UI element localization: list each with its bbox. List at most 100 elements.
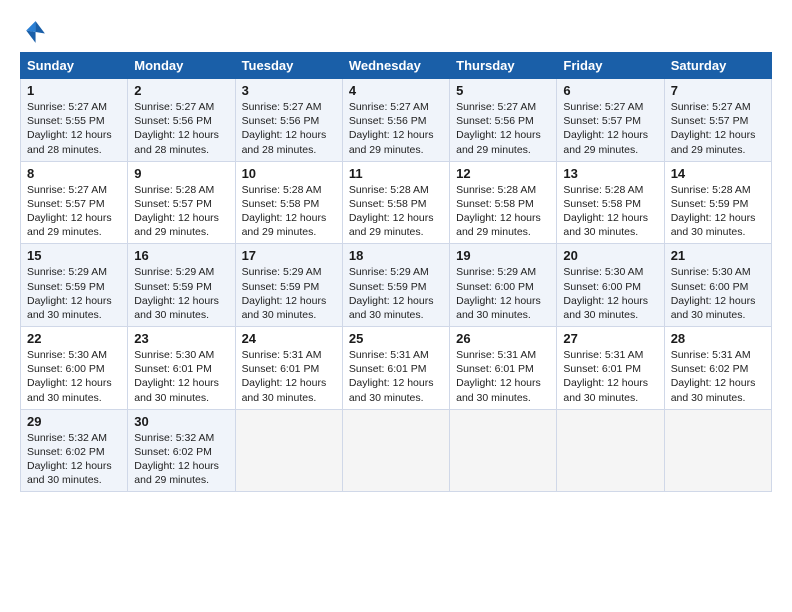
- day-info: Sunrise: 5:27 AMSunset: 5:56 PMDaylight:…: [349, 101, 434, 156]
- day-number: 11: [349, 166, 443, 181]
- day-number: 16: [134, 248, 228, 263]
- day-info: Sunrise: 5:30 AMSunset: 6:00 PMDaylight:…: [27, 349, 112, 404]
- calendar-cell: 30 Sunrise: 5:32 AMSunset: 6:02 PMDaylig…: [128, 409, 235, 492]
- day-info: Sunrise: 5:30 AMSunset: 6:00 PMDaylight:…: [563, 266, 648, 321]
- day-info: Sunrise: 5:29 AMSunset: 5:59 PMDaylight:…: [349, 266, 434, 321]
- day-info: Sunrise: 5:31 AMSunset: 6:02 PMDaylight:…: [671, 349, 756, 404]
- calendar-cell: 17 Sunrise: 5:29 AMSunset: 5:59 PMDaylig…: [235, 244, 342, 327]
- week-row-1: 1 Sunrise: 5:27 AMSunset: 5:55 PMDayligh…: [21, 79, 772, 162]
- calendar-cell: 5 Sunrise: 5:27 AMSunset: 5:56 PMDayligh…: [450, 79, 557, 162]
- day-info: Sunrise: 5:28 AMSunset: 5:58 PMDaylight:…: [563, 184, 648, 239]
- day-info: Sunrise: 5:27 AMSunset: 5:56 PMDaylight:…: [456, 101, 541, 156]
- day-number: 1: [27, 83, 121, 98]
- day-number: 24: [242, 331, 336, 346]
- day-number: 10: [242, 166, 336, 181]
- calendar-cell: [235, 409, 342, 492]
- day-number: 9: [134, 166, 228, 181]
- calendar-cell: 14 Sunrise: 5:28 AMSunset: 5:59 PMDaylig…: [664, 161, 771, 244]
- calendar-cell: [342, 409, 449, 492]
- day-number: 17: [242, 248, 336, 263]
- calendar-cell: 3 Sunrise: 5:27 AMSunset: 5:56 PMDayligh…: [235, 79, 342, 162]
- col-header-saturday: Saturday: [664, 53, 771, 79]
- calendar-cell: 28 Sunrise: 5:31 AMSunset: 6:02 PMDaylig…: [664, 327, 771, 410]
- day-info: Sunrise: 5:27 AMSunset: 5:57 PMDaylight:…: [563, 101, 648, 156]
- week-row-3: 15 Sunrise: 5:29 AMSunset: 5:59 PMDaylig…: [21, 244, 772, 327]
- day-number: 22: [27, 331, 121, 346]
- day-info: Sunrise: 5:31 AMSunset: 6:01 PMDaylight:…: [349, 349, 434, 404]
- day-number: 2: [134, 83, 228, 98]
- day-number: 26: [456, 331, 550, 346]
- day-info: Sunrise: 5:27 AMSunset: 5:55 PMDaylight:…: [27, 101, 112, 156]
- day-number: 14: [671, 166, 765, 181]
- col-header-sunday: Sunday: [21, 53, 128, 79]
- calendar-cell: 6 Sunrise: 5:27 AMSunset: 5:57 PMDayligh…: [557, 79, 664, 162]
- day-info: Sunrise: 5:29 AMSunset: 5:59 PMDaylight:…: [27, 266, 112, 321]
- day-info: Sunrise: 5:27 AMSunset: 5:57 PMDaylight:…: [27, 184, 112, 239]
- calendar-cell: 27 Sunrise: 5:31 AMSunset: 6:01 PMDaylig…: [557, 327, 664, 410]
- day-info: Sunrise: 5:30 AMSunset: 6:01 PMDaylight:…: [134, 349, 219, 404]
- calendar-cell: 25 Sunrise: 5:31 AMSunset: 6:01 PMDaylig…: [342, 327, 449, 410]
- day-number: 18: [349, 248, 443, 263]
- calendar-cell: 21 Sunrise: 5:30 AMSunset: 6:00 PMDaylig…: [664, 244, 771, 327]
- calendar-cell: 29 Sunrise: 5:32 AMSunset: 6:02 PMDaylig…: [21, 409, 128, 492]
- col-header-friday: Friday: [557, 53, 664, 79]
- calendar-cell: 2 Sunrise: 5:27 AMSunset: 5:56 PMDayligh…: [128, 79, 235, 162]
- calendar-cell: 12 Sunrise: 5:28 AMSunset: 5:58 PMDaylig…: [450, 161, 557, 244]
- calendar-cell: 13 Sunrise: 5:28 AMSunset: 5:58 PMDaylig…: [557, 161, 664, 244]
- calendar-cell: 15 Sunrise: 5:29 AMSunset: 5:59 PMDaylig…: [21, 244, 128, 327]
- logo: [20, 18, 52, 46]
- calendar-cell: [557, 409, 664, 492]
- day-number: 23: [134, 331, 228, 346]
- day-number: 13: [563, 166, 657, 181]
- week-row-2: 8 Sunrise: 5:27 AMSunset: 5:57 PMDayligh…: [21, 161, 772, 244]
- day-info: Sunrise: 5:28 AMSunset: 5:58 PMDaylight:…: [242, 184, 327, 239]
- day-number: 19: [456, 248, 550, 263]
- day-info: Sunrise: 5:31 AMSunset: 6:01 PMDaylight:…: [563, 349, 648, 404]
- week-row-4: 22 Sunrise: 5:30 AMSunset: 6:00 PMDaylig…: [21, 327, 772, 410]
- calendar-cell: 7 Sunrise: 5:27 AMSunset: 5:57 PMDayligh…: [664, 79, 771, 162]
- day-info: Sunrise: 5:30 AMSunset: 6:00 PMDaylight:…: [671, 266, 756, 321]
- day-number: 4: [349, 83, 443, 98]
- logo-icon: [20, 18, 48, 46]
- day-number: 12: [456, 166, 550, 181]
- page-header: [20, 18, 772, 46]
- day-info: Sunrise: 5:32 AMSunset: 6:02 PMDaylight:…: [27, 432, 112, 487]
- calendar-cell: 19 Sunrise: 5:29 AMSunset: 6:00 PMDaylig…: [450, 244, 557, 327]
- day-number: 5: [456, 83, 550, 98]
- calendar-cell: [664, 409, 771, 492]
- calendar-cell: 16 Sunrise: 5:29 AMSunset: 5:59 PMDaylig…: [128, 244, 235, 327]
- calendar-cell: 23 Sunrise: 5:30 AMSunset: 6:01 PMDaylig…: [128, 327, 235, 410]
- calendar-cell: 11 Sunrise: 5:28 AMSunset: 5:58 PMDaylig…: [342, 161, 449, 244]
- day-info: Sunrise: 5:31 AMSunset: 6:01 PMDaylight:…: [242, 349, 327, 404]
- day-info: Sunrise: 5:29 AMSunset: 5:59 PMDaylight:…: [134, 266, 219, 321]
- week-row-5: 29 Sunrise: 5:32 AMSunset: 6:02 PMDaylig…: [21, 409, 772, 492]
- col-header-thursday: Thursday: [450, 53, 557, 79]
- day-number: 7: [671, 83, 765, 98]
- col-header-monday: Monday: [128, 53, 235, 79]
- day-info: Sunrise: 5:32 AMSunset: 6:02 PMDaylight:…: [134, 432, 219, 487]
- calendar-cell: 1 Sunrise: 5:27 AMSunset: 5:55 PMDayligh…: [21, 79, 128, 162]
- col-header-wednesday: Wednesday: [342, 53, 449, 79]
- day-info: Sunrise: 5:28 AMSunset: 5:58 PMDaylight:…: [456, 184, 541, 239]
- calendar-cell: 10 Sunrise: 5:28 AMSunset: 5:58 PMDaylig…: [235, 161, 342, 244]
- day-number: 8: [27, 166, 121, 181]
- day-number: 27: [563, 331, 657, 346]
- calendar-cell: 20 Sunrise: 5:30 AMSunset: 6:00 PMDaylig…: [557, 244, 664, 327]
- day-info: Sunrise: 5:27 AMSunset: 5:56 PMDaylight:…: [242, 101, 327, 156]
- day-number: 20: [563, 248, 657, 263]
- calendar-cell: 26 Sunrise: 5:31 AMSunset: 6:01 PMDaylig…: [450, 327, 557, 410]
- day-number: 15: [27, 248, 121, 263]
- calendar-cell: 22 Sunrise: 5:30 AMSunset: 6:00 PMDaylig…: [21, 327, 128, 410]
- calendar-cell: [450, 409, 557, 492]
- day-number: 21: [671, 248, 765, 263]
- page-container: SundayMondayTuesdayWednesdayThursdayFrid…: [0, 0, 792, 502]
- day-info: Sunrise: 5:27 AMSunset: 5:56 PMDaylight:…: [134, 101, 219, 156]
- day-number: 25: [349, 331, 443, 346]
- calendar-header-row: SundayMondayTuesdayWednesdayThursdayFrid…: [21, 53, 772, 79]
- day-info: Sunrise: 5:27 AMSunset: 5:57 PMDaylight:…: [671, 101, 756, 156]
- day-info: Sunrise: 5:28 AMSunset: 5:58 PMDaylight:…: [349, 184, 434, 239]
- calendar-cell: 18 Sunrise: 5:29 AMSunset: 5:59 PMDaylig…: [342, 244, 449, 327]
- day-info: Sunrise: 5:31 AMSunset: 6:01 PMDaylight:…: [456, 349, 541, 404]
- calendar-cell: 9 Sunrise: 5:28 AMSunset: 5:57 PMDayligh…: [128, 161, 235, 244]
- calendar-cell: 24 Sunrise: 5:31 AMSunset: 6:01 PMDaylig…: [235, 327, 342, 410]
